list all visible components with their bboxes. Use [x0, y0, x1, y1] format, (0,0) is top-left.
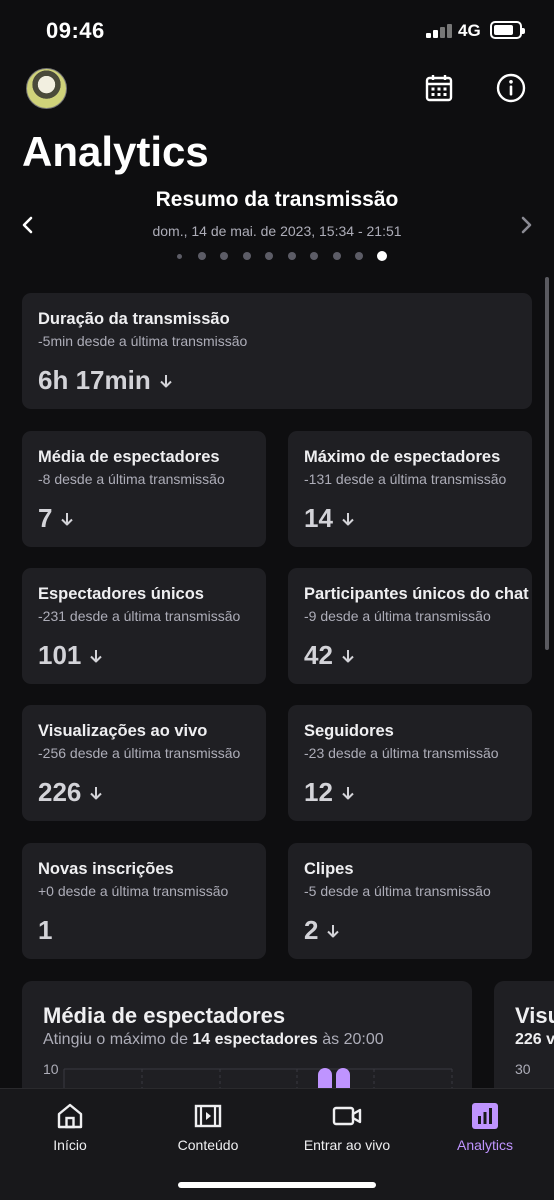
tab-analytics[interactable]: Analytics	[444, 1089, 526, 1169]
status-time: 09:46	[46, 18, 105, 43]
page-dot[interactable]	[332, 252, 341, 260]
page-indicator[interactable]	[174, 250, 387, 262]
tab-label: Analytics	[456, 1137, 514, 1153]
chart-subtitle: Atingiu o máximo de 14 espectadores às 2…	[43, 1031, 384, 1048]
page-dot[interactable]	[287, 252, 296, 260]
summary-date: dom., 14 de mai. de 2023, 15:34 - 21:51	[152, 223, 402, 239]
card-title: Novas inscrições	[38, 860, 174, 878]
next-arrow-icon[interactable]	[518, 214, 534, 236]
arrow-down-icon	[327, 924, 340, 937]
card-value: 2	[304, 915, 319, 945]
arrow-down-icon	[90, 649, 103, 662]
page-dot[interactable]	[355, 252, 363, 260]
tab-home[interactable]: Início	[24, 1089, 116, 1169]
card-value: 12	[304, 777, 333, 807]
arrow-down-icon	[160, 374, 172, 387]
chart-title: Média de espectadores	[43, 1003, 286, 1028]
tab-content[interactable]: Conteúdo	[160, 1089, 256, 1169]
card-value: 42	[304, 640, 333, 670]
film-icon	[194, 1104, 222, 1128]
page-dot[interactable]	[220, 252, 228, 260]
card-clips[interactable]: Clipes -5 desde a última transmissão 2	[288, 843, 532, 959]
arrow-down-icon	[90, 786, 103, 799]
card-title: Duração da transmissão	[38, 310, 230, 328]
card-new-subscriptions[interactable]: Novas inscrições +0 desde a última trans…	[22, 843, 266, 959]
chart-title: Visu	[515, 1003, 554, 1028]
arrow-down-icon	[342, 786, 354, 799]
chart-y-tick: 30	[515, 1061, 531, 1077]
info-icon[interactable]	[495, 72, 527, 104]
card-subtitle: -256 desde a última transmissão	[38, 745, 241, 761]
page-dot[interactable]	[310, 252, 318, 260]
card-value: 101	[38, 640, 82, 670]
card-title: Máximo de espectadores	[304, 448, 501, 466]
analytics-icon	[472, 1103, 498, 1129]
card-followers[interactable]: Seguidores -23 desde a última transmissã…	[288, 705, 532, 821]
card-title: Espectadores únicos	[38, 585, 204, 603]
calendar-icon[interactable]	[423, 72, 455, 104]
arrow-down-icon	[342, 649, 354, 662]
arrow-down-icon	[61, 512, 74, 525]
page-dot[interactable]	[242, 252, 251, 260]
home-indicator[interactable]	[178, 1182, 376, 1188]
status-bar: 09:46 4G	[0, 0, 554, 60]
card-unique-chatters[interactable]: Participantes únicos do chat -9 desde a …	[288, 568, 532, 684]
page-dot[interactable]	[265, 252, 273, 260]
tab-label: Início	[53, 1137, 87, 1153]
card-value: 226	[38, 777, 82, 807]
summary-title: Resumo da transmissão	[155, 188, 399, 211]
card-title: Participantes únicos do chat	[304, 585, 529, 603]
card-title: Média de espectadores	[38, 448, 220, 466]
card-title: Seguidores	[304, 722, 394, 740]
chart-subtitle: 226 v	[515, 1031, 554, 1048]
tab-label: Entrar ao vivo	[303, 1137, 391, 1153]
signal-icon	[426, 24, 452, 38]
page-title: Analytics	[22, 128, 209, 175]
arrow-down-icon	[342, 512, 354, 525]
network-type: 4G	[458, 21, 481, 40]
card-unique-viewers[interactable]: Espectadores únicos -231 desde a última …	[22, 568, 266, 684]
card-value: 1	[38, 915, 53, 945]
card-stream-duration[interactable]: Duração da transmissão -5min desde a últ…	[22, 293, 532, 409]
home-icon	[57, 1103, 83, 1129]
battery-icon	[490, 21, 525, 39]
card-title: Visualizações ao vivo	[38, 722, 208, 740]
card-max-viewers[interactable]: Máximo de espectadores -131 desde a últi…	[288, 431, 532, 547]
card-subtitle: -5 desde a última transmissão	[304, 883, 491, 899]
card-live-views[interactable]: Visualizações ao vivo -256 desde a últim…	[22, 705, 266, 821]
avatar[interactable]	[26, 68, 67, 109]
chart-y-tick: 10	[43, 1061, 59, 1077]
card-subtitle: -9 desde a última transmissão	[304, 608, 491, 624]
card-value: 6h 17min	[38, 365, 151, 395]
card-subtitle: -131 desde a última transmissão	[304, 471, 507, 487]
page-dot[interactable]	[176, 253, 182, 259]
page-dot[interactable]	[197, 252, 206, 260]
card-subtitle: +0 desde a última transmissão	[38, 883, 229, 899]
tab-go-live[interactable]: Entrar ao vivo	[290, 1089, 404, 1169]
page-dot[interactable]	[376, 251, 387, 261]
tab-label: Conteúdo	[177, 1137, 239, 1153]
card-subtitle: -23 desde a última transmissão	[304, 745, 499, 761]
card-value: 7	[38, 503, 53, 533]
video-camera-icon	[332, 1106, 362, 1126]
scrollbar[interactable]	[545, 277, 549, 650]
card-average-viewers[interactable]: Média de espectadores -8 desde a última …	[22, 431, 266, 547]
card-value: 14	[304, 503, 333, 533]
card-subtitle: -5min desde a última transmissão	[38, 333, 248, 349]
card-subtitle: -231 desde a última transmissão	[38, 608, 241, 624]
card-subtitle: -8 desde a última transmissão	[38, 471, 225, 487]
card-title: Clipes	[304, 860, 354, 878]
